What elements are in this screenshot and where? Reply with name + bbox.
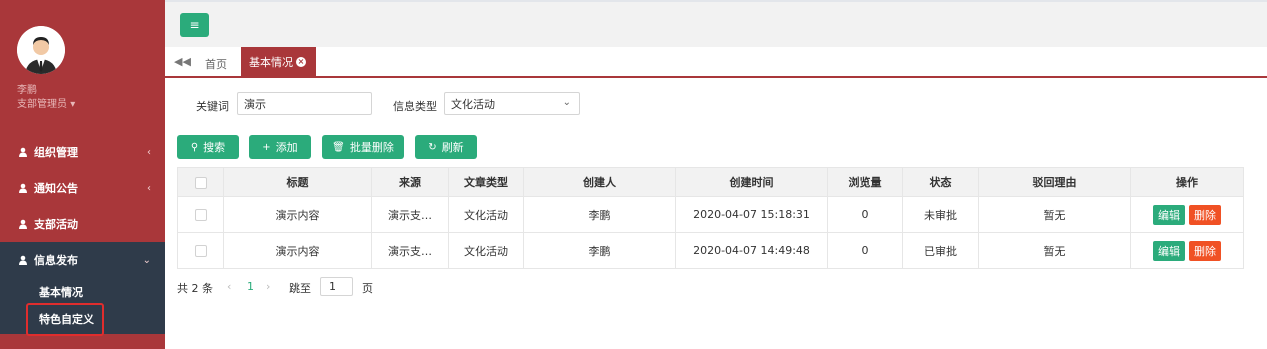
menu-item-label: 组织管理 xyxy=(34,146,78,159)
cell-status: 已审批 xyxy=(902,232,979,269)
add-button-label: 添加 xyxy=(275,141,298,154)
type-select-value: 文化活动 xyxy=(451,97,495,111)
menu-item-activity[interactable]: 支部活动 xyxy=(0,206,165,242)
cell-actions: 编辑 删除 xyxy=(1130,232,1244,269)
row-checkbox[interactable] xyxy=(194,209,207,221)
type-select[interactable]: 文化活动 ⌄ xyxy=(444,92,580,115)
menu-item-org[interactable]: 组织管理 ‹ xyxy=(0,134,165,170)
user-icon xyxy=(18,255,28,265)
keyword-label: 关键词 xyxy=(196,100,229,113)
menu-item-label: 通知公告 xyxy=(34,182,78,195)
chevron-down-icon: ⌄ xyxy=(562,97,571,108)
refresh-icon: ↻ xyxy=(428,141,437,153)
menu-item-label: 信息发布 xyxy=(34,254,78,267)
submenu-item-basic[interactable]: 基本情况 xyxy=(39,284,83,300)
page-jump-input[interactable]: 1 xyxy=(320,277,353,296)
pagination-total: 共 2 条 xyxy=(177,282,213,295)
column-header[interactable]: 文章类型 xyxy=(448,167,524,197)
cell-status: 未审批 xyxy=(902,196,979,233)
column-header[interactable]: 来源 xyxy=(371,167,449,197)
column-header[interactable]: 标题 xyxy=(223,167,372,197)
column-header[interactable]: 状态 xyxy=(902,167,979,197)
cell-creator: 李鹏 xyxy=(523,196,676,233)
add-button[interactable]: + 添加 xyxy=(249,135,311,159)
cell-views: 0 xyxy=(827,196,903,233)
cell-title: 演示内容 xyxy=(223,196,372,233)
jump-label: 跳至 xyxy=(289,282,311,295)
column-header[interactable]: 浏览量 xyxy=(827,167,903,197)
user-role-label: 支部管理员 xyxy=(17,99,67,110)
page-number-current[interactable]: 1 xyxy=(247,280,254,293)
tab-basic-info[interactable]: 基本情况 × xyxy=(241,47,316,76)
sidebar: 李鹏 支部管理员 ▾ 组织管理 ‹ 通知公告 ‹ 支部活动 信息发布 ⌄ 基本情… xyxy=(0,0,165,349)
trash-icon: 🗑 xyxy=(332,141,345,153)
table-row: 演示内容 演示支… 文化活动 李鹏 2020-04-07 15:18:31 0 … xyxy=(177,196,1244,233)
table-row: 演示内容 演示支… 文化活动 李鹏 2020-04-07 14:49:48 0 … xyxy=(177,232,1244,269)
menu-item-notice[interactable]: 通知公告 ‹ xyxy=(0,170,165,206)
select-all-cell xyxy=(177,167,224,197)
row-select-cell xyxy=(177,196,224,233)
menu-toggle-button[interactable]: ≡ xyxy=(180,13,209,37)
user-name: 李鹏 xyxy=(17,85,37,96)
user-icon xyxy=(18,183,28,193)
cell-source: 演示支… xyxy=(371,196,449,233)
tab-scroll-left-icon[interactable]: ◀◀ xyxy=(174,55,191,68)
row-checkbox[interactable] xyxy=(194,245,207,257)
cell-source: 演示支… xyxy=(371,232,449,269)
cell-reason: 暂无 xyxy=(978,196,1131,233)
delete-button[interactable]: 删除 xyxy=(1189,240,1221,261)
column-header[interactable]: 操作 xyxy=(1130,167,1244,197)
chevron-left-icon: ‹ xyxy=(147,182,151,194)
cell-type: 文化活动 xyxy=(448,232,524,269)
user-icon xyxy=(18,219,28,229)
cell-reason: 暂无 xyxy=(978,232,1131,269)
cell-views: 0 xyxy=(827,232,903,269)
column-header[interactable]: 驳回理由 xyxy=(978,167,1131,197)
keyword-input[interactable]: 演示 xyxy=(237,92,372,115)
cell-created: 2020-04-07 14:49:48 xyxy=(675,232,828,269)
data-table: 标题 来源 文章类型 创建人 创建时间 浏览量 状态 驳回理由 操作 演示内容 … xyxy=(177,167,1244,269)
chevron-down-icon: ⌄ xyxy=(142,254,151,266)
chevron-left-icon: ‹ xyxy=(147,146,151,158)
column-header[interactable]: 创建人 xyxy=(523,167,676,197)
search-button-label: 搜索 xyxy=(203,141,226,154)
edit-button[interactable]: 编辑 xyxy=(1153,204,1185,225)
avatar[interactable] xyxy=(17,26,65,74)
search-button[interactable]: ⚲ 搜索 xyxy=(177,135,239,159)
select-all-checkbox[interactable] xyxy=(194,176,207,189)
close-icon[interactable]: × xyxy=(296,56,306,67)
table-header-row: 标题 来源 文章类型 创建人 创建时间 浏览量 状态 驳回理由 操作 xyxy=(177,167,1244,197)
plus-icon: + xyxy=(262,141,271,153)
type-label: 信息类型 xyxy=(393,100,437,113)
delete-button[interactable]: 删除 xyxy=(1189,204,1221,225)
cell-title: 演示内容 xyxy=(223,232,372,269)
search-icon: ⚲ xyxy=(190,141,199,153)
menu-item-publish[interactable]: 信息发布 ⌄ xyxy=(0,242,165,278)
caret-down-icon: ▾ xyxy=(70,99,76,110)
page-unit-label: 页 xyxy=(362,282,373,295)
cell-creator: 李鹏 xyxy=(523,232,676,269)
refresh-button-label: 刷新 xyxy=(441,141,464,154)
prev-page-icon[interactable]: ‹ xyxy=(227,280,231,293)
user-icon xyxy=(18,147,28,157)
next-page-icon[interactable]: › xyxy=(266,280,270,293)
edit-button[interactable]: 编辑 xyxy=(1153,240,1185,261)
tab-home[interactable]: 首页 xyxy=(205,56,227,72)
refresh-button[interactable]: ↻ 刷新 xyxy=(415,135,477,159)
topbar: ≡ xyxy=(165,0,1267,47)
batch-delete-label: 批量删除 xyxy=(349,141,394,154)
cell-type: 文化活动 xyxy=(448,196,524,233)
hamburger-icon: ≡ xyxy=(189,18,200,32)
row-select-cell xyxy=(177,232,224,269)
tab-bar: ◀◀ 首页 基本情况 × xyxy=(165,47,1267,78)
menu-item-label: 支部活动 xyxy=(34,218,78,231)
cell-actions: 编辑 删除 xyxy=(1130,196,1244,233)
column-header[interactable]: 创建时间 xyxy=(675,167,828,197)
batch-delete-button[interactable]: 🗑 批量删除 xyxy=(322,135,404,159)
user-role-dropdown[interactable]: 支部管理员 ▾ xyxy=(17,95,75,110)
highlight-box xyxy=(26,303,104,336)
cell-created: 2020-04-07 15:18:31 xyxy=(675,196,828,233)
tab-label: 基本情况 xyxy=(249,55,293,69)
